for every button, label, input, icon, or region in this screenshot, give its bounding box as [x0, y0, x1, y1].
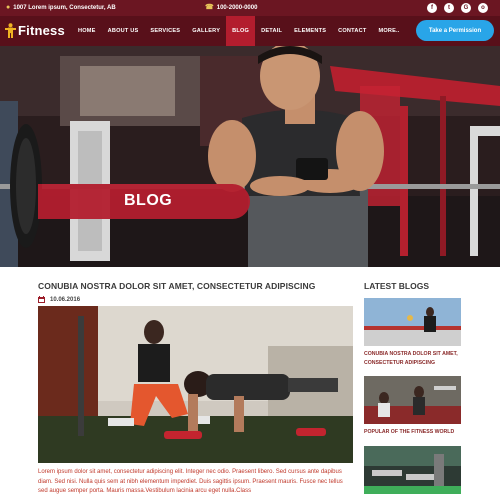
nav-item-blog[interactable]: BLOG	[226, 16, 256, 46]
take-permission-button[interactable]: Take a Permission	[416, 20, 494, 41]
nav-item-elements[interactable]: ELEMENTS	[288, 16, 332, 46]
hero-gym-photo	[0, 46, 500, 267]
nav-menu: HOME ABOUT US SERVICES GALLERY BLOG DETA…	[72, 16, 406, 46]
phone-info: ☎ 100-2000-0000	[205, 4, 257, 11]
hero-banner: BLOG	[0, 46, 500, 267]
site-logo[interactable]: Fitness	[5, 23, 65, 38]
instagram-icon[interactable]: o	[478, 3, 488, 13]
latest-blogs-heading: LATEST BLOGS	[364, 281, 430, 291]
article-image[interactable]	[38, 306, 353, 463]
article-body-text: Lorem ipsum dolor sit amet, consectetur …	[38, 469, 343, 495]
nav-item-detail[interactable]: DETAIL	[255, 16, 288, 46]
blog-thumbnail[interactable]	[364, 298, 461, 346]
social-links: f t G o	[420, 3, 488, 13]
facebook-icon[interactable]: f	[427, 3, 437, 13]
date-text: 10.06.2016	[50, 296, 81, 303]
nav-item-home[interactable]: HOME	[72, 16, 102, 46]
blog-caption[interactable]: CONUBIA NOSTRA DOLOR SIT AMET, CONSECTET…	[364, 350, 464, 369]
latest-blog-card[interactable]: CONUBIA NOSTRA DOLOR SIT AMET, CONSECTET…	[364, 298, 464, 369]
phone-icon: ☎	[205, 4, 214, 11]
page-title: BLOG	[124, 192, 173, 209]
address-text: 1007 Lorem ipsum, Consectetur, AB	[13, 4, 116, 11]
google-plus-icon[interactable]: G	[461, 3, 471, 13]
logo-text: Fitness	[18, 23, 65, 38]
calendar-icon	[38, 296, 45, 303]
nav-item-contact[interactable]: CONTACT	[332, 16, 372, 46]
logo-figure-icon	[5, 23, 16, 38]
top-info-bar: ● 1007 Lorem ipsum, Consectetur, AB ☎ 10…	[0, 0, 500, 16]
blog-thumbnail[interactable]	[364, 376, 461, 424]
blog-caption[interactable]: POPULAR OF THE FITNESS WORLD	[364, 428, 464, 437]
twitter-icon[interactable]: t	[444, 3, 454, 13]
workout-photo	[38, 306, 353, 463]
article-date: 10.06.2016	[38, 296, 80, 303]
latest-blog-card[interactable]: POPULAR OF THE FITNESS WORLD	[364, 376, 464, 437]
blog-thumbnail[interactable]	[364, 446, 461, 494]
nav-item-about-us[interactable]: ABOUT US	[102, 16, 145, 46]
map-pin-icon: ●	[6, 4, 11, 11]
latest-blog-card[interactable]	[364, 446, 464, 498]
phone-text: 100-2000-0000	[216, 4, 258, 11]
nav-item-gallery[interactable]: GALLERY	[186, 16, 226, 46]
nav-item-more[interactable]: MORE..	[372, 16, 405, 46]
address-info: ● 1007 Lorem ipsum, Consectetur, AB	[6, 4, 116, 11]
nav-item-services[interactable]: SERVICES	[144, 16, 186, 46]
article-title[interactable]: CONUBIA NOSTRA DOLOR SIT AMET, CONSECTET…	[38, 281, 315, 291]
